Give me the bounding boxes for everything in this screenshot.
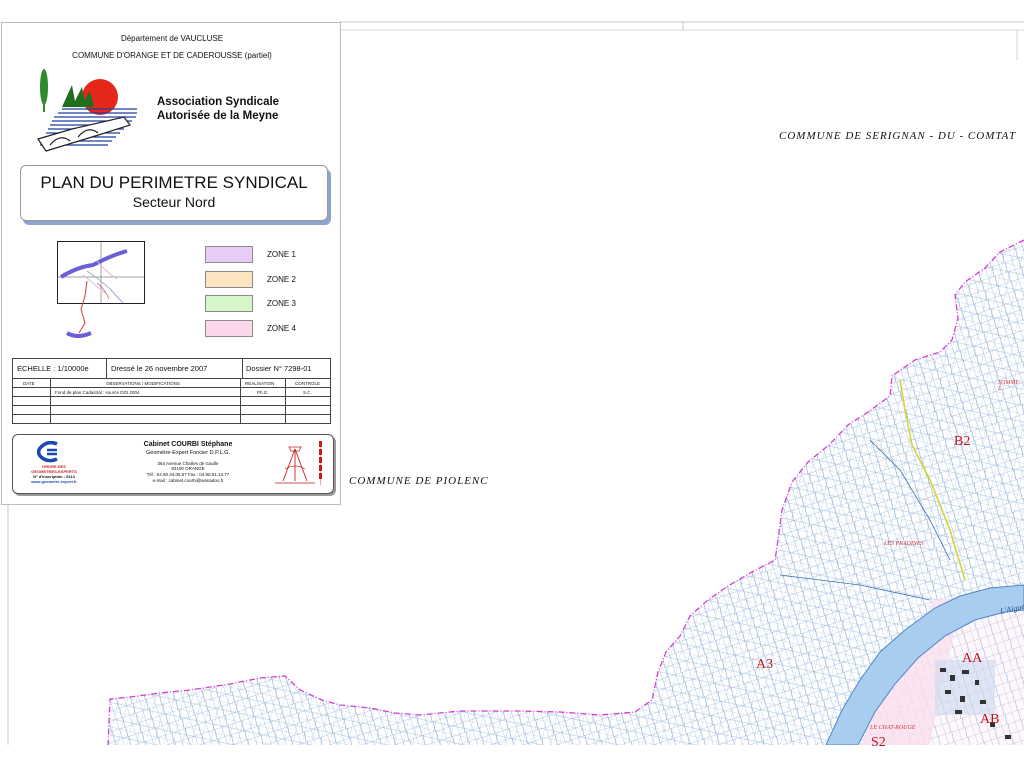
cabinet-name: Cabinet COURBI Stéphane (143, 441, 233, 448)
sector-label-aa: AA (962, 651, 983, 666)
surveyor-tripod-icon (275, 441, 322, 485)
zone-2-label: ZONE 2 (267, 275, 296, 284)
row-1-observation: Fond de plan Cadastral : source DGI 2004 (55, 390, 140, 395)
zone-3-label: ZONE 3 (267, 299, 296, 308)
cabinet-email: e-mail : cabinet.courbi@wanadoo.fr (152, 478, 224, 483)
association-name-line2: Autorisée de la Meyne (157, 110, 279, 122)
plan-title: PLAN DU PERIMETRE SYNDICAL (40, 173, 308, 192)
title-block: Département de VAUCLUSE COMMUNE D'ORANGE… (1, 22, 341, 505)
department-label: Département de VAUCLUSE (120, 34, 224, 43)
commune-piolenc-label: COMMUNE DE PIOLENC (349, 475, 489, 487)
row-1-controle: S.C. (303, 390, 312, 395)
cabinet-address2: 84100 ORANGE (171, 466, 205, 471)
cabinet-block: ORDRE DES GEOMETRES-EXPERTS N° d'inscrip… (12, 434, 334, 494)
zone-3-swatch (205, 295, 253, 312)
zone-1-swatch (205, 246, 253, 263)
row-1-realisation: Ph.G. (257, 390, 269, 395)
association-logo (37, 69, 137, 152)
cabinet-phone: Tél : 04.90.34.06.57 Fax : 04.90.51.13.7… (146, 472, 230, 477)
association-name-line1: Association Syndicale (157, 96, 280, 108)
sector-label-a3: A3 (756, 657, 774, 672)
plan-subtitle: Secteur Nord (132, 194, 216, 210)
zone-1-label: ZONE 1 (267, 250, 296, 259)
place-name-les-pradines: LES PRADINES (884, 541, 924, 547)
zone-4-label: ZONE 4 (267, 324, 296, 333)
header-controle: CONTROLE (295, 381, 321, 386)
zone-2-swatch (205, 271, 253, 288)
location-minimap (57, 241, 145, 338)
oge-website: www.geometre-expert.fr (31, 479, 77, 484)
header-realisation: REALISATION (245, 381, 275, 386)
place-name-chat-rouge: LE CHAT-ROUGE (870, 725, 916, 731)
header-date: DATE (23, 381, 35, 386)
plan-title-box: PLAN DU PERIMETRE SYNDICAL Secteur Nord (20, 165, 328, 221)
date-drawn-label: Dressé le 26 novembre 2007 (111, 364, 208, 373)
place-name-somme: SOMME-L (998, 380, 1021, 392)
association-name: Association Syndicale Autorisée de la Me… (157, 95, 279, 123)
revision-table: ECHELLE : 1/10000e Dressé le 26 novembre… (12, 358, 331, 424)
cabinet-title: Géomètre-Expert Foncier D.P.L.G. (146, 450, 230, 456)
commune-serignan-label: COMMUNE DE SERIGNAN - DU - COMTAT (779, 130, 1017, 142)
zone-4-swatch (205, 320, 253, 337)
dossier-label: Dossier N° 7298-01 (246, 364, 312, 373)
scale-label: ECHELLE : 1/10000e (17, 364, 89, 373)
sector-label-ab: AB (980, 712, 1000, 727)
sector-label-s2: S2 (871, 735, 886, 750)
header-observations: OBSERVATIONS / MODIFICATIONS (106, 381, 180, 386)
sector-label-b2: B2 (954, 434, 971, 449)
communes-label: COMMUNE D'ORANGE ET DE CADEROUSSE (parti… (72, 51, 272, 60)
oge-logo (37, 441, 58, 463)
